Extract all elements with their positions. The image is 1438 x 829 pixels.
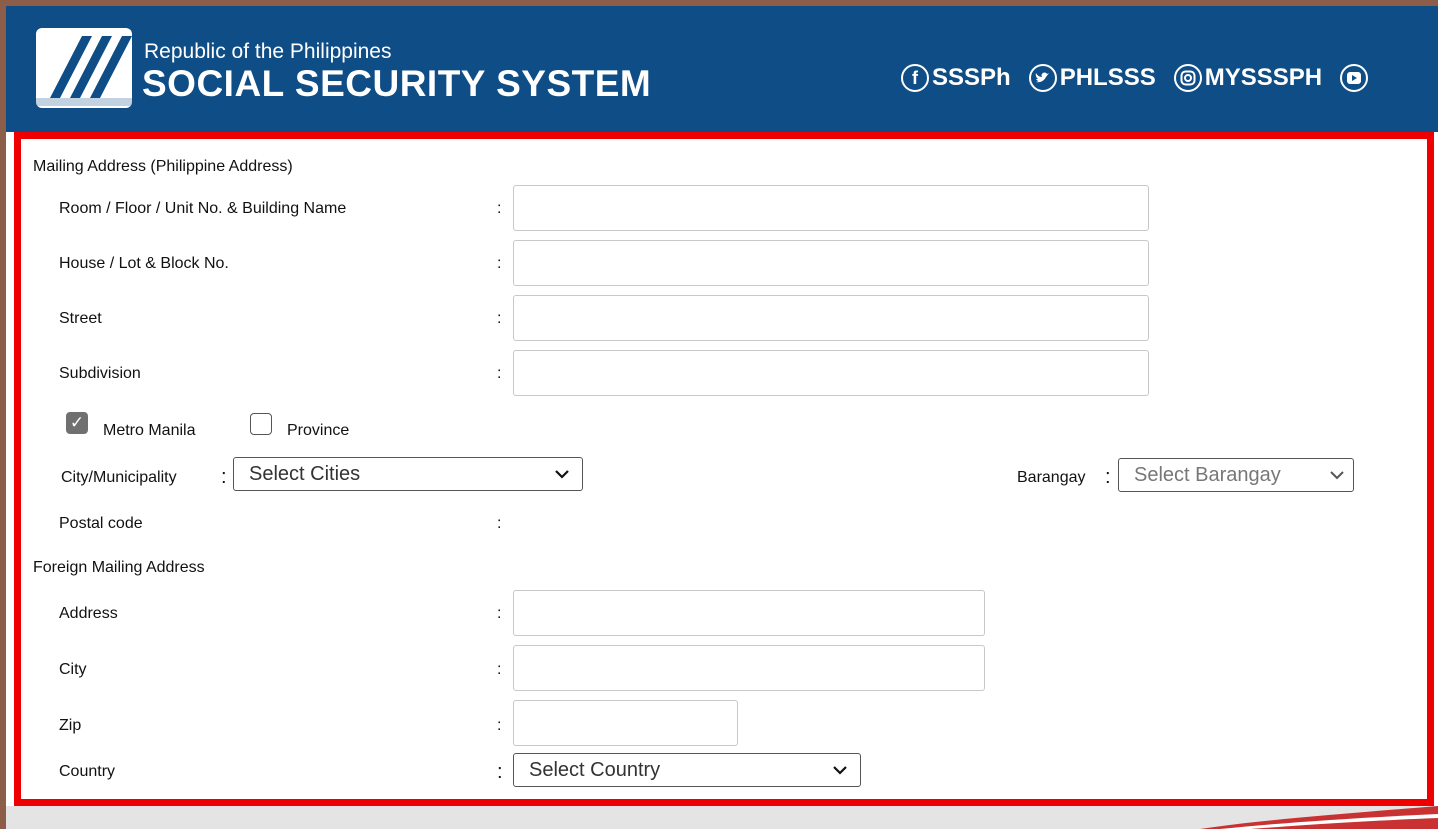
chevron-down-icon	[1329, 464, 1345, 489]
country-label: Country	[59, 763, 116, 780]
social-link-twitter[interactable]: PHLSSS	[1028, 64, 1156, 92]
header-subtitle: Republic of the Philippines	[144, 40, 392, 63]
metro-manila-checkbox[interactable]: ✓	[66, 412, 88, 434]
room-input[interactable]	[513, 185, 1149, 231]
street-label: Street	[59, 310, 102, 327]
colon: :	[497, 255, 502, 272]
facebook-icon: f	[901, 64, 929, 92]
room-label: Room / Floor / Unit No. & Building Name	[59, 200, 347, 217]
social-label: MYSSSPH	[1204, 64, 1323, 91]
social-link-facebook[interactable]: f SSSPh	[901, 64, 1011, 92]
social-link-youtube[interactable]	[1340, 64, 1371, 92]
site-header: Republic of the Philippines SOCIAL SECUR…	[6, 6, 1438, 132]
address-form-panel: Mailing Address (Philippine Address) Roo…	[14, 132, 1434, 806]
country-select[interactable]: Select Country	[513, 753, 861, 787]
postal-code-label: Postal code	[59, 515, 143, 532]
barangay-select[interactable]: Select Barangay	[1118, 458, 1354, 492]
colon: :	[497, 515, 502, 532]
twitter-icon	[1028, 64, 1057, 92]
subdivision-label: Subdivision	[59, 365, 141, 382]
social-links: f SSSPh PHLSSS MYSSSPH	[901, 64, 1389, 92]
chevron-down-icon	[554, 463, 570, 488]
social-link-instagram[interactable]: MYSSSPH	[1173, 64, 1323, 92]
country-select-value: Select Country	[529, 758, 661, 781]
colon: :	[497, 761, 503, 783]
colon: :	[497, 717, 502, 734]
decorative-swoosh	[1200, 806, 1438, 829]
colon: :	[497, 605, 502, 622]
house-input[interactable]	[513, 240, 1149, 286]
section-title-mailing: Mailing Address (Philippine Address)	[33, 158, 293, 175]
colon: :	[1105, 466, 1111, 488]
metro-manila-label: Metro Manila	[103, 422, 196, 439]
subdivision-input[interactable]	[513, 350, 1149, 396]
colon: :	[497, 310, 502, 327]
section-title-foreign: Foreign Mailing Address	[33, 559, 205, 576]
province-label: Province	[287, 422, 350, 439]
city-select[interactable]: Select Cities	[233, 457, 583, 491]
foreign-city-label: City	[59, 661, 87, 678]
barangay-select-value: Select Barangay	[1134, 463, 1281, 486]
city-municipality-label: City/Municipality	[61, 469, 177, 486]
social-label: PHLSSS	[1059, 64, 1156, 91]
foreign-address-input[interactable]	[513, 590, 985, 636]
barangay-label: Barangay	[1017, 469, 1086, 486]
foreign-address-label: Address	[59, 605, 118, 622]
instagram-icon	[1173, 64, 1202, 92]
colon: :	[497, 661, 502, 678]
street-input[interactable]	[513, 295, 1149, 341]
zip-input[interactable]	[513, 700, 738, 746]
colon: :	[497, 365, 502, 382]
header-title: SOCIAL SECURITY SYSTEM	[142, 63, 652, 104]
zip-label: Zip	[59, 717, 82, 734]
social-label: SSSPh	[932, 64, 1011, 91]
chevron-down-icon	[832, 759, 848, 784]
colon: :	[497, 200, 502, 217]
sss-logo-icon	[36, 28, 132, 108]
colon: :	[221, 466, 227, 488]
house-label: House / Lot & Block No.	[59, 255, 229, 272]
foreign-city-input[interactable]	[513, 645, 985, 691]
city-select-value: Select Cities	[249, 462, 361, 485]
province-checkbox[interactable]	[250, 413, 272, 435]
youtube-icon	[1340, 64, 1369, 92]
